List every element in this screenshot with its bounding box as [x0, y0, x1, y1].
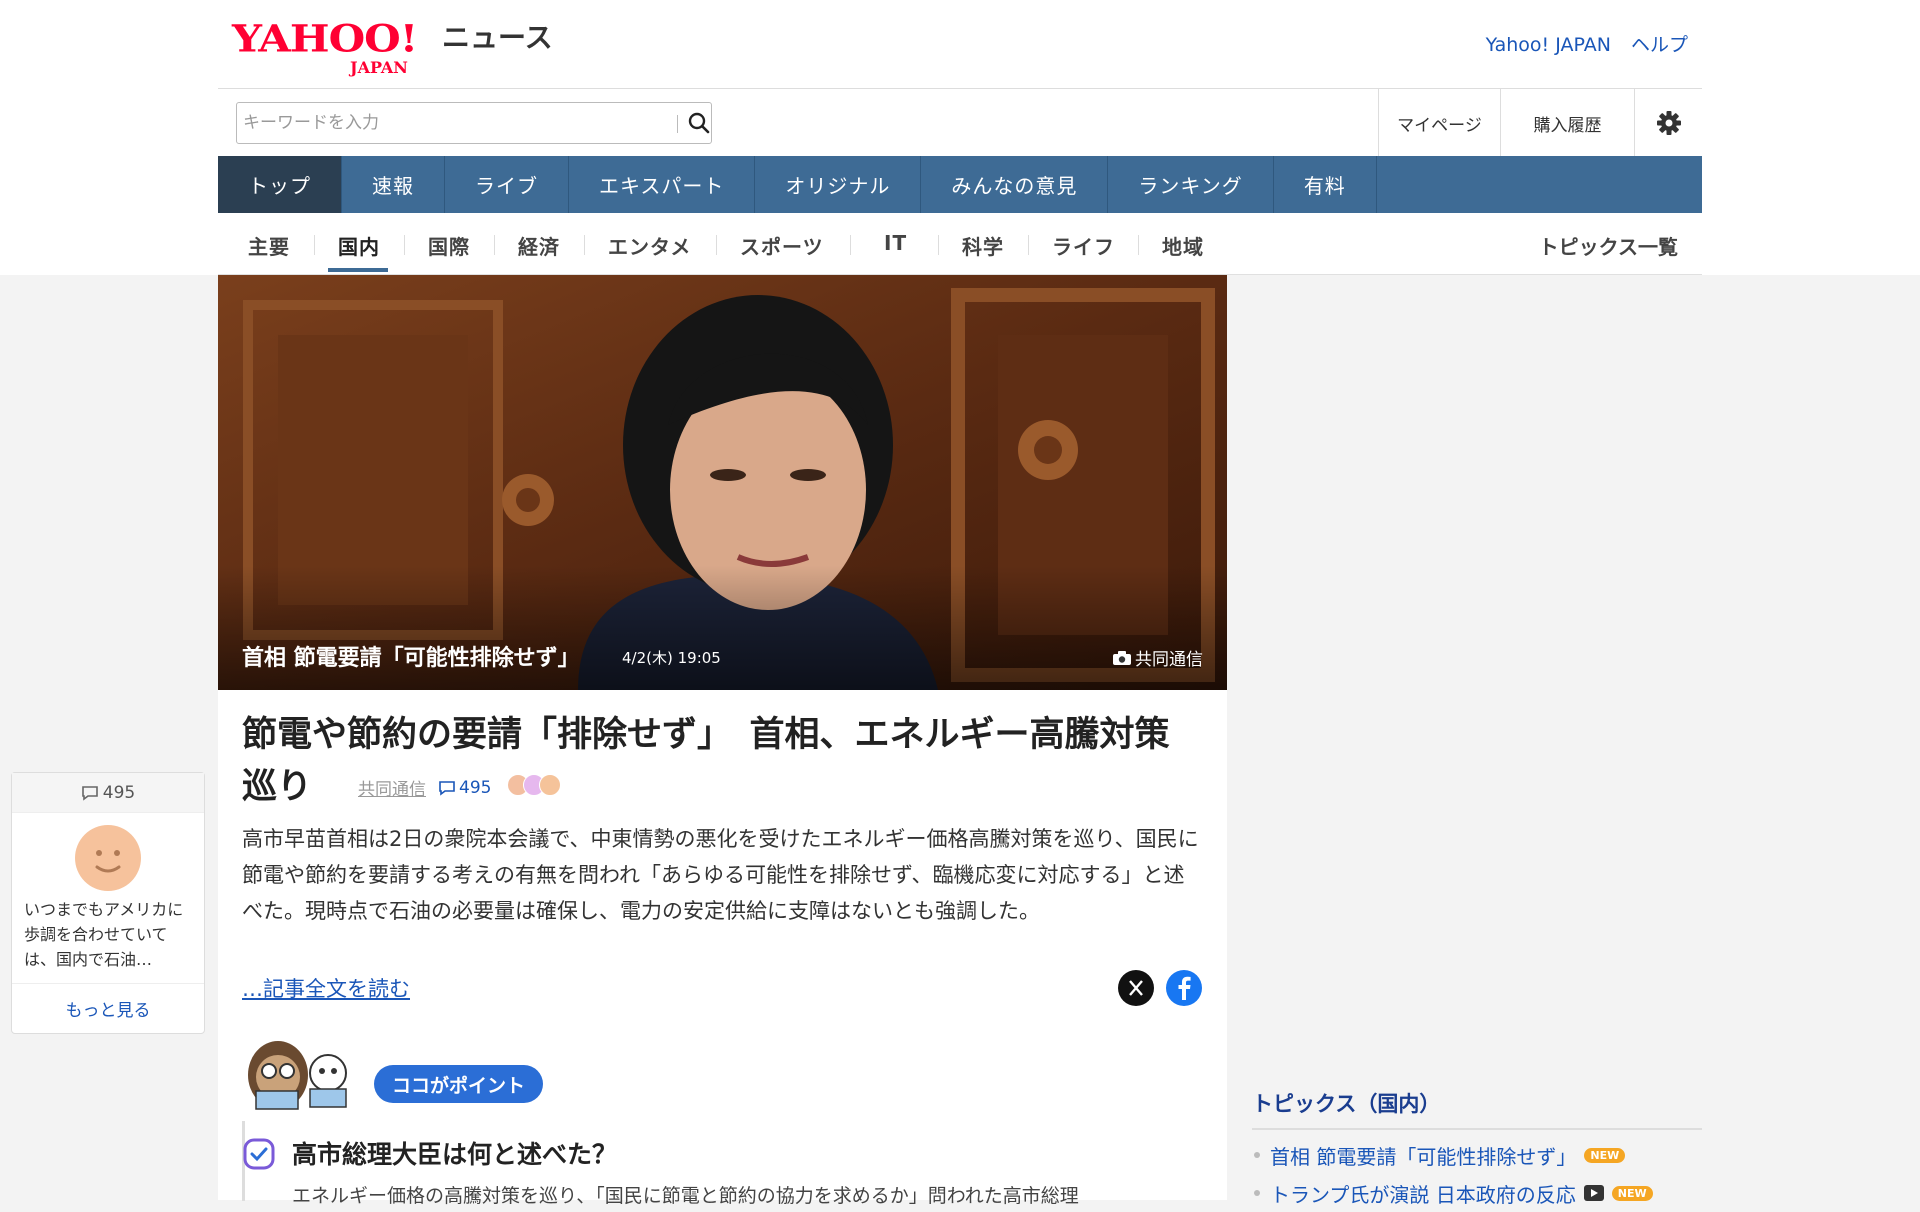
search-divider [677, 115, 678, 133]
hero-caption[interactable]: 首相 節電要請「可能性排除せず」 [242, 640, 580, 672]
gear-icon[interactable] [1634, 89, 1702, 157]
comment-count-link[interactable]: 495 [438, 778, 491, 798]
nav-tab-flash[interactable]: 速報 [342, 156, 445, 213]
logo-sub: JAPAN [350, 58, 408, 77]
service-name[interactable]: ニュース [442, 16, 553, 56]
logo-wordmark: YAHOO! [232, 16, 418, 61]
topic-item[interactable]: トランプ氏が演説 日本政府の反応 NEW [1252, 1174, 1702, 1212]
category-science[interactable]: 科学 [962, 231, 1004, 260]
category-sports[interactable]: スポーツ [740, 231, 824, 260]
topics-list-link[interactable]: トピックス一覧 [1539, 231, 1678, 260]
category-nav: 主要 国内 国際 経済 エンタメ スポーツ IT 科学 ライフ 地域 トピックス… [218, 213, 1702, 275]
help-link[interactable]: ヘルプ [1631, 34, 1688, 56]
point-answer: エネルギー価格の高騰対策を巡り、「国民に節電と節約の協力を求めるか」問われた高市… [292, 1185, 1079, 1207]
search-icon[interactable] [685, 109, 713, 137]
search-input[interactable] [243, 103, 653, 143]
article-column: 首相 節電要請「可能性排除せず」 4/2(木) 19:05 共同通信 節電や節約… [218, 275, 1227, 1207]
article-source[interactable]: 共同通信 [358, 775, 426, 800]
topic-label: トランプ氏が演説 日本政府の反応 [1270, 1182, 1576, 1207]
new-badge: NEW [1584, 1147, 1626, 1163]
comment-icon [81, 785, 98, 801]
nav-tab-paid[interactable]: 有料 [1274, 156, 1377, 213]
category-divider [494, 235, 495, 255]
commenter-avatar [75, 825, 141, 891]
new-badge: NEW [1611, 1185, 1653, 1201]
page-header: YAHOO! JAPAN ニュース Yahoo! JAPAN ヘルプ マイページ… [0, 0, 1920, 275]
category-divider [314, 235, 315, 255]
category-divider [1028, 235, 1029, 255]
comment-preview[interactable]: いつまでもアメリカに歩調を合わせていては、国内で石油… [24, 897, 196, 972]
mypage-link[interactable]: マイページ [1378, 89, 1500, 157]
category-life[interactable]: ライフ [1052, 231, 1115, 260]
active-category-indicator [328, 268, 388, 272]
point-question: 高市総理大臣は何と述べた？ [292, 1140, 618, 1169]
category-divider [938, 235, 939, 255]
category-domestic[interactable]: 国内 [338, 231, 380, 260]
nav-tab-expert[interactable]: エキスパート [569, 156, 756, 213]
face-icon [539, 774, 562, 796]
comment-widget-count: 495 [102, 782, 136, 803]
category-divider [404, 235, 405, 255]
nav-tab-live[interactable]: ライブ [445, 156, 569, 213]
category-region[interactable]: 地域 [1162, 231, 1204, 260]
category-economy[interactable]: 経済 [518, 231, 560, 260]
category-entame[interactable]: エンタメ [608, 231, 691, 260]
topics-sidebar: トピックス（国内） 首相 節電要請「可能性排除せず」 NEW トランプ氏が演説 … [1252, 1088, 1702, 1212]
category-divider [716, 235, 717, 255]
camera-icon [1113, 650, 1131, 665]
hero-timestamp: 4/2(木) 19:05 [622, 649, 721, 667]
main-nav: トップ 速報 ライブ エキスパート オリジナル みんなの意見 ランキング 有料 [218, 156, 1702, 213]
comment-count: 495 [459, 777, 492, 798]
article-meta: 共同通信 495 [358, 774, 562, 801]
topic-label: 首相 節電要請「可能性排除せず」 [1270, 1144, 1577, 1169]
logo-row: YAHOO! JAPAN ニュース Yahoo! JAPAN ヘルプ [218, 0, 1702, 88]
read-full-article-link[interactable]: …記事全文を読む [242, 973, 410, 1003]
facebook-share-icon[interactable] [1166, 970, 1202, 1006]
category-international[interactable]: 国際 [428, 231, 470, 260]
nav-tab-original[interactable]: オリジナル [755, 156, 922, 213]
category-it[interactable]: IT [884, 231, 907, 255]
topics-title[interactable]: トピックス（国内） [1252, 1088, 1702, 1130]
photo-credit-text: 共同通信 [1135, 650, 1203, 670]
comment-icon [439, 780, 455, 796]
video-play-icon [1583, 1185, 1604, 1201]
photo-credit: 共同通信 [1113, 645, 1203, 670]
category-divider [584, 235, 585, 255]
nav-tab-ranking[interactable]: ランキング [1108, 156, 1274, 213]
see-more-comments-link[interactable]: もっと見る [12, 983, 204, 1033]
category-divider [1138, 235, 1139, 255]
nav-tab-top[interactable]: トップ [218, 156, 342, 213]
mascot-illustration [242, 1033, 362, 1113]
hero-image[interactable]: 首相 節電要請「可能性排除せず」 4/2(木) 19:05 共同通信 [218, 275, 1227, 690]
nav-tab-opinion[interactable]: みんなの意見 [921, 156, 1109, 213]
comment-widget-header[interactable]: 495 [12, 773, 204, 813]
comment-widget: 495 いつまでもアメリカに歩調を合わせていては、国内で石油… もっと見る [11, 772, 205, 1034]
search-box [236, 102, 712, 144]
reaction-faces [507, 774, 562, 801]
yahoo-japan-logo[interactable]: YAHOO! JAPAN [232, 14, 432, 77]
search-row: マイページ 購入履歴 [218, 88, 1702, 157]
yahoo-japan-link[interactable]: Yahoo! JAPAN [1486, 34, 1611, 56]
check-icon [242, 1137, 276, 1171]
point-badge: ココがポイント [374, 1065, 544, 1103]
hero-photo [218, 275, 1227, 690]
category-divider [850, 235, 851, 255]
purchase-history-link[interactable]: 購入履歴 [1500, 89, 1634, 157]
x-share-icon[interactable] [1118, 970, 1154, 1006]
article-summary: 高市早苗首相は2日の衆院本会議で、中東情勢の悪化を受けたエネルギー価格高騰対策を… [242, 827, 1199, 923]
topic-item[interactable]: 首相 節電要請「可能性排除せず」 NEW [1252, 1136, 1702, 1174]
category-major[interactable]: 主要 [248, 231, 290, 260]
top-links: Yahoo! JAPAN ヘルプ [1472, 30, 1688, 57]
